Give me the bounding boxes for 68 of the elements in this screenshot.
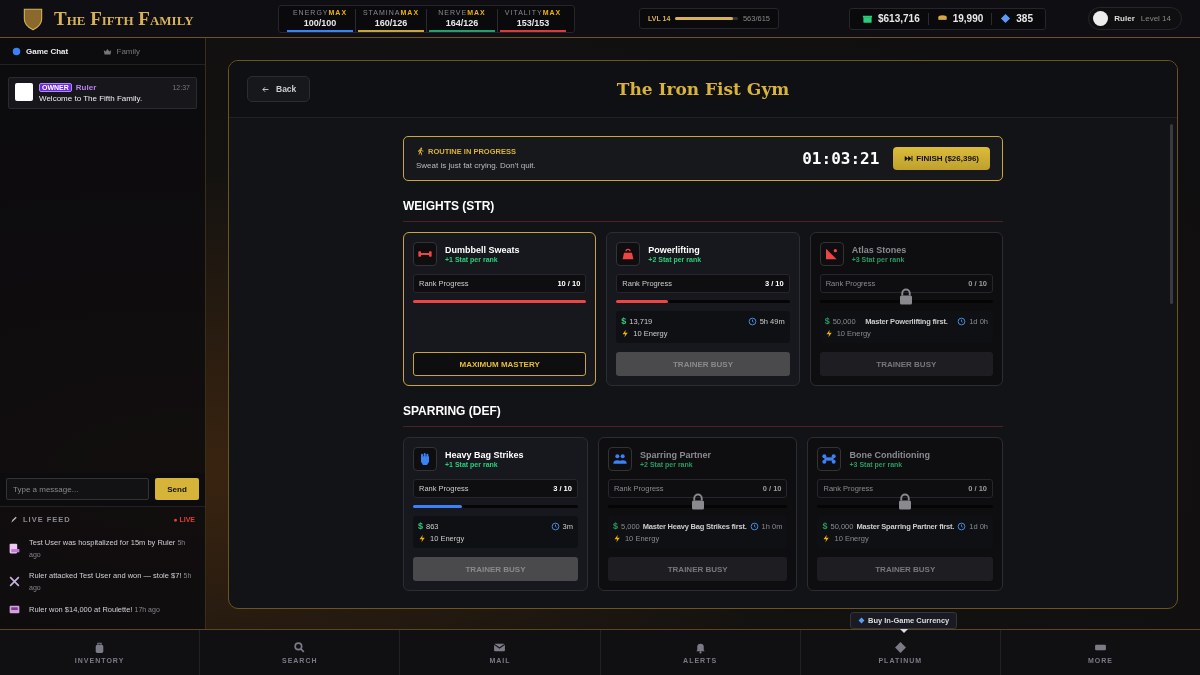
mastery-button[interactable]: MAXIMUM MASTERY <box>413 352 587 376</box>
people-icon <box>611 451 628 467</box>
clock-icon <box>957 521 967 531</box>
send-button[interactable]: Send <box>155 478 199 500</box>
message-text: Welcome to The Fifth Family. <box>39 94 144 103</box>
diamond-icon <box>893 641 907 654</box>
diamond-icon <box>1000 13 1012 24</box>
currency-symbol: $ <box>612 521 618 531</box>
lightning-icon <box>612 534 622 543</box>
routine-quote: Sweat is just fat crying. Don't quit. <box>416 161 537 170</box>
chat-tab[interactable]: Game Chat <box>12 47 103 56</box>
trainer-busy-button[interactable]: TRAINER BUSY <box>616 352 790 376</box>
training-name: Powerlifting <box>648 245 701 255</box>
message-input[interactable]: Type a message... <box>6 478 149 500</box>
crossed-swords-icon <box>8 575 21 588</box>
player-name: Ruler <box>1114 14 1135 23</box>
lightning-icon <box>824 329 834 338</box>
back-button[interactable]: Back <box>247 76 311 102</box>
player-level: Level 14 <box>1140 14 1171 23</box>
bone-icon <box>821 451 838 467</box>
section-heading: SPARRING (DEF) <box>403 386 1003 427</box>
arrow-left-icon <box>261 84 270 94</box>
training-name: Sparring Partner <box>639 450 711 460</box>
finish-button[interactable]: FINISH ($26,396) <box>893 147 990 170</box>
stat-value: 160/126 <box>374 17 408 28</box>
stat-value: 100/100 <box>303 17 337 28</box>
section-heading: WEIGHTS (STR) <box>403 181 1003 222</box>
game-logo: The Fifth Family <box>54 7 194 30</box>
currency-symbol: $ <box>418 521 423 531</box>
trainer-busy-button[interactable]: TRAINER BUSY <box>607 557 788 581</box>
clock-icon <box>550 521 560 531</box>
trainer-busy-button[interactable]: TRAINER BUSY <box>817 557 993 581</box>
stat-value: 153/153 <box>516 17 550 28</box>
mail-icon <box>493 641 507 654</box>
cash-amount: $613,716 <box>878 13 920 24</box>
fast-forward-icon <box>904 154 914 163</box>
slot-machine-icon <box>8 603 21 616</box>
clock-icon <box>957 316 967 326</box>
training-name: Heavy Bag Strikes <box>445 450 524 460</box>
tooltip-pointer-icon <box>899 629 908 633</box>
trainer-busy-button[interactable]: TRAINER BUSY <box>819 352 993 376</box>
avatar <box>15 83 33 101</box>
gift-icon <box>862 13 873 24</box>
bed-icon <box>8 542 21 555</box>
crown-icon <box>102 47 112 56</box>
scrollbar[interactable] <box>1170 124 1173 304</box>
pen-icon <box>10 515 18 524</box>
avatar <box>1093 11 1109 26</box>
chat-tab[interactable]: Family <box>102 47 193 56</box>
sender-name: Ruler <box>75 83 97 92</box>
trainer-busy-button[interactable]: TRAINER BUSY <box>413 557 578 581</box>
stat-value: 164/126 <box>445 17 479 28</box>
gem-amount: 385 <box>1016 13 1033 24</box>
search-icon <box>293 641 307 654</box>
runner-icon <box>416 147 425 156</box>
currency-symbol: $ <box>822 521 828 531</box>
countdown-timer: 01:03:21 <box>802 149 880 168</box>
clock-icon <box>747 316 757 326</box>
gym-title: The Iron Fist Gym <box>616 79 790 99</box>
coin-amount: 19,990 <box>952 13 984 24</box>
training-name: Bone Conditioning <box>849 450 930 460</box>
training-name: Dumbbell Sweats <box>445 245 520 255</box>
diamond-icon <box>858 617 865 624</box>
currency-symbol: $ <box>824 316 830 326</box>
training-name: Atlas Stones <box>851 245 907 255</box>
clock-icon <box>749 521 759 531</box>
lightning-icon <box>418 534 427 543</box>
currency-symbol: $ <box>621 316 627 326</box>
